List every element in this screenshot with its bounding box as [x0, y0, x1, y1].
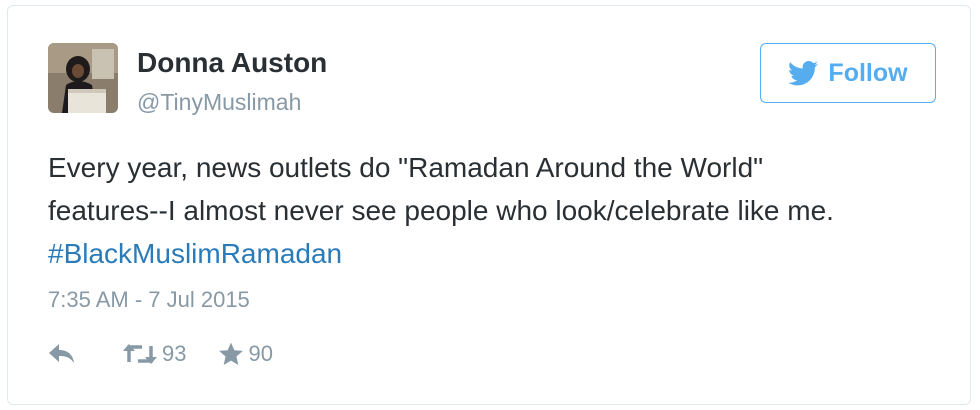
tweet-text-line: Every year, news outlets do "Ramadan Aro… — [48, 152, 764, 183]
follow-button-label: Follow — [828, 58, 908, 87]
profile-photo-icon — [48, 43, 118, 113]
retweet-button[interactable]: 93 — [122, 341, 186, 367]
tweet-text-line: features--I almost never see people who … — [48, 195, 834, 226]
retweet-count: 93 — [162, 341, 187, 366]
reply-icon — [49, 344, 74, 363]
retweet-icon — [123, 344, 157, 364]
hashtag-link[interactable]: #BlackMuslimRamadan — [48, 232, 948, 275]
author-handle[interactable]: @TinyMuslimah — [137, 88, 301, 116]
avatar[interactable] — [48, 43, 118, 113]
tweet-timestamp[interactable]: 7:35 AM - 7 Jul 2015 — [48, 286, 250, 314]
twitter-bird-icon — [788, 60, 819, 85]
follow-button[interactable]: Follow — [760, 43, 936, 103]
favorite-button[interactable]: 90 — [218, 341, 273, 367]
star-icon — [219, 342, 244, 365]
tweet-actions: 93 90 — [48, 341, 273, 367]
tweet-card: Donna Auston @TinyMuslimah Follow Every … — [7, 5, 971, 405]
author-name[interactable]: Donna Auston — [137, 46, 327, 80]
reply-button[interactable] — [48, 343, 76, 365]
tweet-text: Every year, news outlets do "Ramadan Aro… — [48, 146, 948, 275]
favorite-count: 90 — [248, 341, 273, 366]
